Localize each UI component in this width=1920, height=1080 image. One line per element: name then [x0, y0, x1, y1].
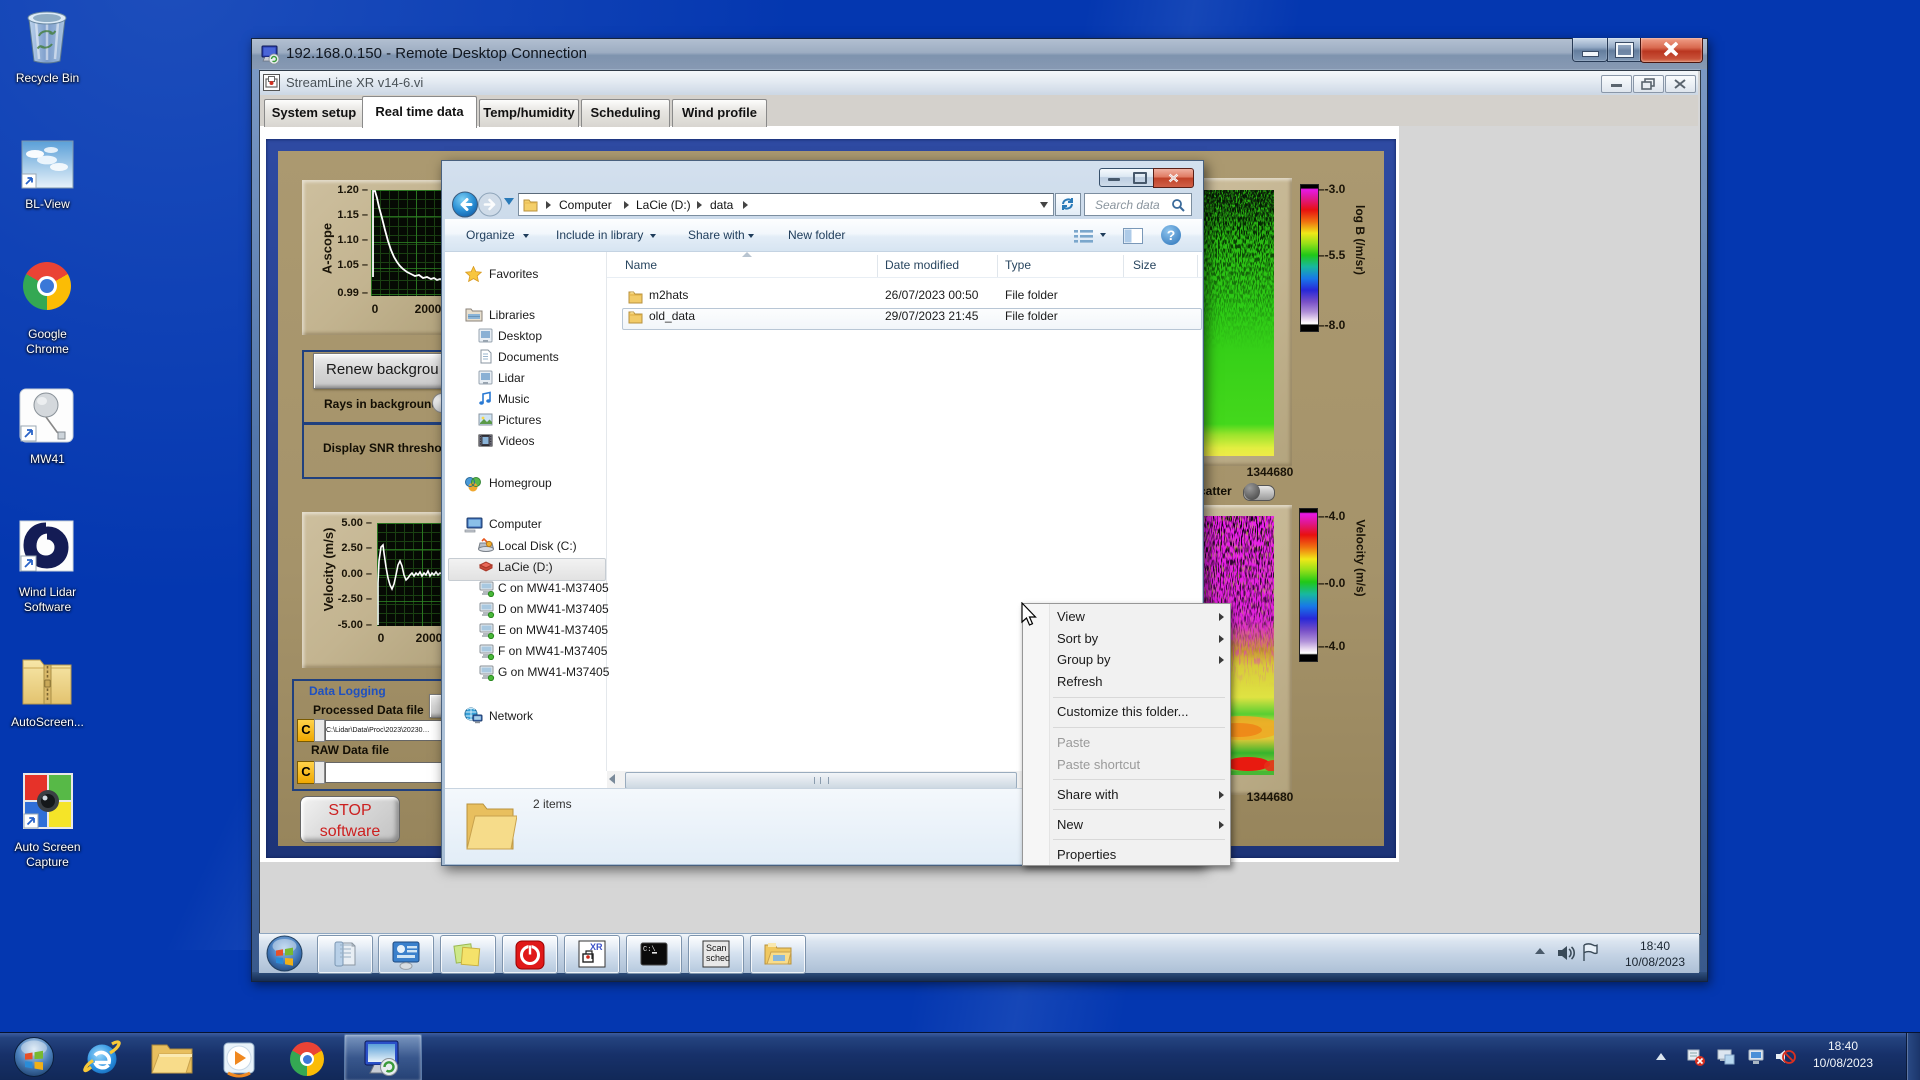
svg-text:Scan: Scan: [706, 943, 727, 953]
svg-text:sched: sched: [706, 953, 730, 963]
